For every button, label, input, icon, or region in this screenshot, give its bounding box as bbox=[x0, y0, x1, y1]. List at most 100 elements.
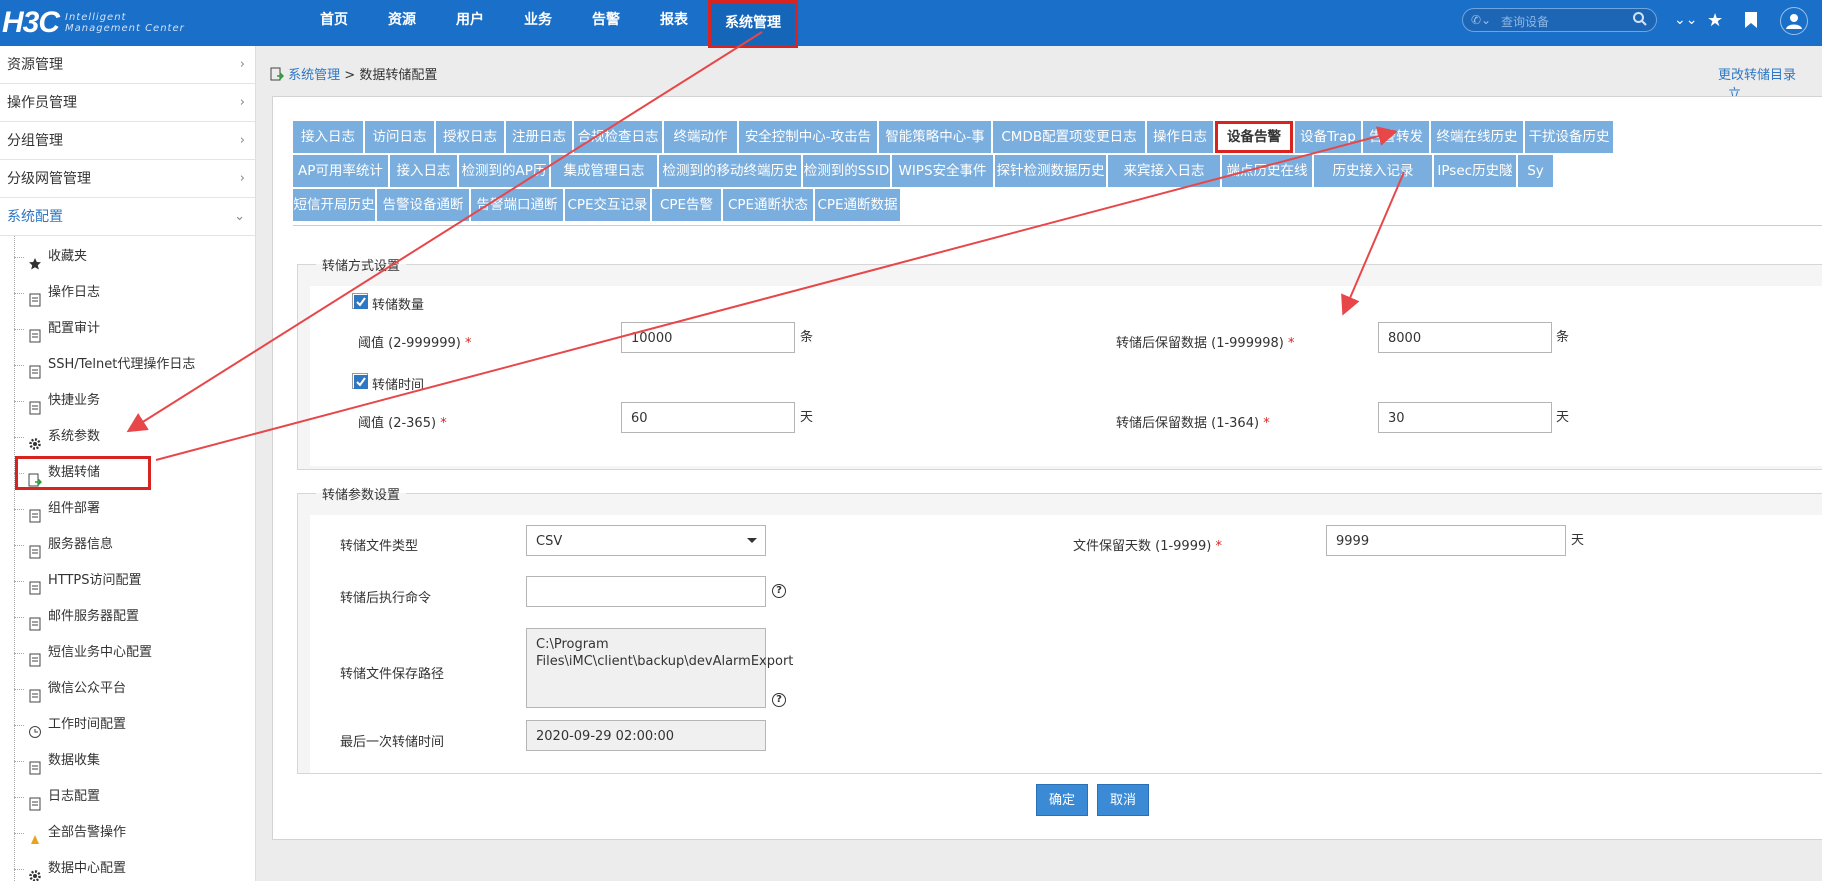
cancel-button[interactable]: 取消 bbox=[1097, 784, 1149, 816]
file-type-select[interactable]: CSV bbox=[526, 525, 766, 556]
tab[interactable]: CPE告警 bbox=[652, 189, 721, 221]
tab[interactable]: 来宾接入日志 bbox=[1108, 155, 1220, 187]
sidebar-item[interactable]: 数据转储 bbox=[0, 455, 255, 491]
user-icon[interactable] bbox=[1780, 7, 1808, 35]
tab[interactable]: 访问日志 bbox=[365, 121, 434, 153]
tab[interactable]: 探针检测数据历史 bbox=[995, 155, 1106, 187]
logo[interactable]: H3C Intelligent Management Center bbox=[0, 0, 220, 46]
dump-by-time-checkbox[interactable] bbox=[352, 373, 368, 389]
tab[interactable]: 告警端口通断 bbox=[471, 189, 563, 221]
sidebar-item[interactable]: 数据收集 bbox=[0, 743, 255, 779]
tab[interactable]: IPsec历史隧道信息 bbox=[1434, 155, 1516, 211]
tab[interactable]: 安全控制中心-攻击告警 bbox=[739, 121, 877, 177]
sidebar-item[interactable]: 系统参数 bbox=[0, 419, 255, 455]
sidebar-item[interactable]: 工作时间配置 bbox=[0, 707, 255, 743]
tab-device-alarm[interactable]: 设备告警 bbox=[1215, 121, 1293, 153]
tab[interactable]: 合规检查日志 bbox=[574, 121, 662, 153]
dump-mode-inner: 转储数量 阈值 (2-999999) * 10000 条 转储后保留数据 (1-… bbox=[310, 286, 1822, 466]
nav-system-management[interactable]: 系统管理 bbox=[708, 0, 798, 48]
file-type-label: 转储文件类型 bbox=[340, 539, 419, 554]
tab[interactable]: 检测到的移动终端历史 bbox=[659, 155, 801, 187]
nav-home[interactable]: 首页 bbox=[300, 0, 368, 46]
tab[interactable]: 干扰设备历史 bbox=[1525, 121, 1613, 153]
dump-by-count-checkbox[interactable] bbox=[352, 293, 368, 309]
breadcrumb-system-management[interactable]: 系统管理 bbox=[288, 68, 340, 83]
required-mark: * bbox=[465, 336, 472, 351]
top-bar: H3C Intelligent Management Center 首页 资源 … bbox=[0, 0, 1822, 48]
chevron-double-down-icon[interactable]: ⌄⌄ bbox=[1674, 12, 1697, 28]
tab[interactable]: 操作日志 bbox=[1147, 121, 1213, 153]
tab[interactable]: 接入日志 bbox=[293, 121, 363, 153]
tab[interactable]: 终端在线历史 bbox=[1431, 121, 1523, 153]
tab[interactable]: 终端动作 bbox=[664, 121, 737, 153]
tab[interactable]: AP可用率统计 bbox=[293, 155, 388, 187]
count-threshold-input[interactable]: 10000 bbox=[621, 322, 795, 353]
help-icon[interactable]: ? bbox=[772, 584, 786, 598]
nav-resource[interactable]: 资源 bbox=[368, 0, 436, 46]
sidebar-group-operator-management[interactable]: 操作员管理 › bbox=[0, 84, 255, 122]
sidebar-item[interactable]: 服务器信息 bbox=[0, 527, 255, 563]
tab[interactable]: 端点历史在线记录 bbox=[1222, 155, 1312, 211]
sidebar-item[interactable]: 配置审计 bbox=[0, 311, 255, 347]
sidebar-item[interactable]: 操作日志 bbox=[0, 275, 255, 311]
bookmark-icon[interactable] bbox=[1744, 11, 1758, 34]
search-box[interactable]: ✆⌄ 查询设备 bbox=[1462, 8, 1657, 32]
tab[interactable]: 检测到的AP历史 bbox=[459, 155, 549, 211]
tab[interactable]: 告警设备通断 bbox=[377, 189, 469, 221]
change-dump-dir-link[interactable]: 更改转储目录 bbox=[1718, 68, 1796, 83]
sidebar-group-hierarchical-nms[interactable]: 分级网管管理 › bbox=[0, 160, 255, 198]
search-input[interactable]: 查询设备 bbox=[1501, 13, 1549, 30]
tab[interactable]: 注册日志 bbox=[506, 121, 572, 153]
sidebar-group-group-management[interactable]: 分组管理 › bbox=[0, 122, 255, 160]
nav-user[interactable]: 用户 bbox=[436, 0, 504, 46]
time-threshold-input[interactable]: 60 bbox=[621, 402, 795, 433]
tab[interactable]: 历史接入记录 bbox=[1314, 155, 1432, 187]
clock-icon bbox=[28, 718, 42, 738]
ok-button[interactable]: 确定 bbox=[1036, 784, 1088, 816]
tab[interactable]: CPE通断数据 bbox=[815, 189, 900, 221]
help-icon[interactable]: ? bbox=[772, 693, 786, 707]
dump-params-section: 转储参数设置 转储文件类型 CSV 文件保留天数 (1-9999) * 9999… bbox=[297, 484, 1822, 774]
sidebar-item[interactable]: 数据中心配置 bbox=[0, 851, 255, 881]
tab[interactable]: CPE通断状态 bbox=[723, 189, 813, 221]
sidebar-item[interactable]: 收藏夹 bbox=[0, 239, 255, 275]
nav-report[interactable]: 报表 bbox=[640, 0, 708, 46]
time-keep-input[interactable]: 30 bbox=[1378, 402, 1552, 433]
tab[interactable]: 告警转发 bbox=[1363, 121, 1429, 153]
sidebar-item[interactable]: 全部告警操作 bbox=[0, 815, 255, 851]
dump-mode-legend: 转储方式设置 bbox=[322, 259, 401, 274]
sidebar-item[interactable]: 微信公众平台 bbox=[0, 671, 255, 707]
file-keep-days-input[interactable]: 9999 bbox=[1326, 525, 1566, 556]
count-keep-input[interactable]: 8000 bbox=[1378, 322, 1552, 353]
search-icon[interactable] bbox=[1632, 11, 1648, 31]
star-icon[interactable]: ★ bbox=[1707, 10, 1723, 31]
post-command-input[interactable] bbox=[526, 576, 766, 607]
sidebar-item[interactable]: 短信业务中心配置 bbox=[0, 635, 255, 671]
sidebar-item[interactable]: HTTPS访问配置 bbox=[0, 563, 255, 599]
tab[interactable]: WIPS安全事件历史 bbox=[892, 155, 993, 211]
save-path-textarea[interactable]: C:\Program Files\iMC\client\backup\devAl… bbox=[526, 628, 793, 708]
sidebar-item[interactable]: 快捷业务 bbox=[0, 383, 255, 419]
tab[interactable]: Sy bbox=[1518, 155, 1553, 187]
tab[interactable]: 集成管理日志 bbox=[551, 155, 657, 187]
tab[interactable]: 短信开局历史 bbox=[293, 189, 375, 221]
tab[interactable]: 设备Trap bbox=[1295, 121, 1361, 153]
logo-subtitle-line2: Management Center bbox=[65, 23, 185, 34]
sidebar-item-label: HTTPS访问配置 bbox=[48, 573, 142, 588]
tab[interactable]: 接入日志 bbox=[390, 155, 457, 187]
tab[interactable]: CPE交互记录 bbox=[565, 189, 650, 221]
sidebar-item[interactable]: 邮件服务器配置 bbox=[0, 599, 255, 635]
sidebar-group-system-config[interactable]: 系统配置 ⌄ bbox=[0, 198, 255, 236]
tab[interactable]: 检测到的SSID历史 bbox=[803, 155, 890, 211]
sidebar-group-resource-management[interactable]: 资源管理 › bbox=[0, 46, 255, 84]
sidebar-item[interactable]: 日志配置 bbox=[0, 779, 255, 815]
nav-alarm[interactable]: 告警 bbox=[572, 0, 640, 46]
mail-server-icon bbox=[28, 610, 42, 631]
tab[interactable]: 授权日志 bbox=[436, 121, 504, 153]
last-dump-time-label: 最后一次转储时间 bbox=[340, 735, 445, 750]
tab[interactable]: CMDB配置项变更日志 bbox=[993, 121, 1145, 153]
tab[interactable]: 智能策略中心-事件 bbox=[879, 121, 991, 177]
sidebar-item[interactable]: 组件部署 bbox=[0, 491, 255, 527]
sidebar-item[interactable]: SSH/Telnet代理操作日志 bbox=[0, 347, 255, 383]
nav-service[interactable]: 业务 bbox=[504, 0, 572, 46]
